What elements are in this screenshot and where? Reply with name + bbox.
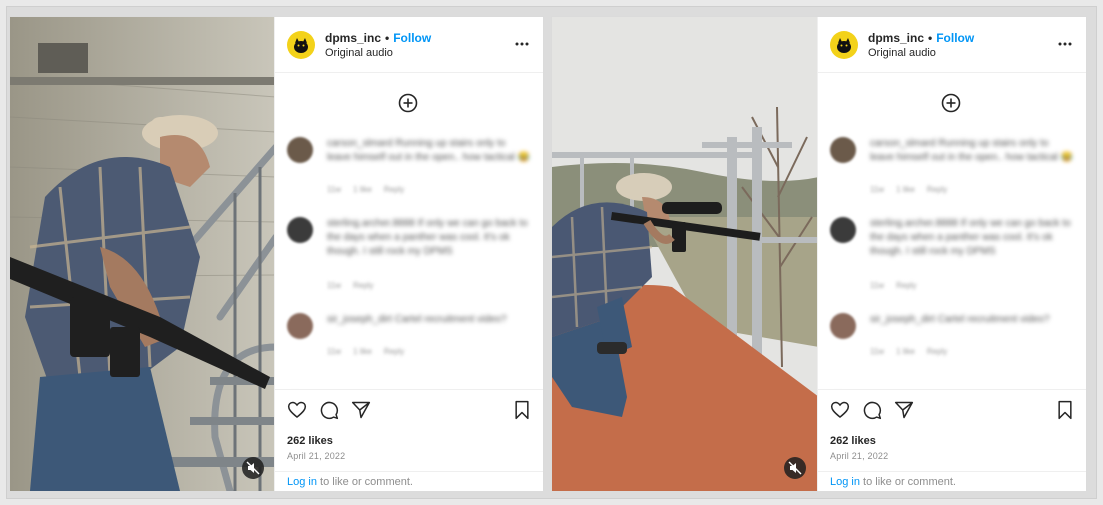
reply-link[interactable]: Reply <box>927 347 947 356</box>
post-sidebar: dpms_inc • Follow Original audio carson_sl… <box>274 17 543 491</box>
likes-count[interactable]: 262 likes <box>830 435 876 447</box>
action-icons <box>830 400 1075 424</box>
separator-dot: • <box>928 31 933 45</box>
comment-age: 11w <box>870 281 885 290</box>
login-link[interactable]: Log in <box>830 476 860 488</box>
share-icon[interactable] <box>351 400 371 420</box>
login-link[interactable]: Log in <box>287 476 317 488</box>
ellipsis-icon <box>515 42 529 46</box>
action-bar: 262 likes April 21, 2022 Log in to like … <box>275 389 543 491</box>
bookmark-icon[interactable] <box>1056 400 1074 420</box>
account-name[interactable]: dpms_inc <box>868 31 924 45</box>
share-icon[interactable] <box>894 400 914 420</box>
follow-button[interactable]: Follow <box>936 31 974 45</box>
comment-text: sterling.archer.8888 If only we can go b… <box>870 218 1071 257</box>
comment-meta: 11w 1 like Reply <box>327 185 416 194</box>
commenter-avatar[interactable] <box>287 137 313 163</box>
add-icon[interactable] <box>398 93 418 113</box>
audio-label[interactable]: Original audio <box>868 47 936 59</box>
comment-text: sterling.archer.8888 If only we can go b… <box>327 218 528 257</box>
comment-icon[interactable] <box>319 400 339 420</box>
mute-button[interactable] <box>784 457 806 479</box>
reply-link[interactable]: Reply <box>927 185 947 194</box>
reply-link[interactable]: Reply <box>384 185 404 194</box>
comment-likes[interactable]: 1 like <box>353 185 372 194</box>
speaker-muted-icon <box>788 461 802 475</box>
separator-dot: • <box>385 31 390 45</box>
video-frame-balcony <box>552 17 819 491</box>
account-avatar[interactable] <box>830 31 858 59</box>
comment-age: 11w <box>870 185 885 194</box>
post-date: April 21, 2022 <box>830 451 889 461</box>
comment-age: 11w <box>327 281 342 290</box>
more-options-icon[interactable] <box>1058 33 1072 51</box>
header-line: dpms_inc • Follow <box>868 31 974 45</box>
comment-age: 11w <box>870 347 885 356</box>
more-options-icon[interactable] <box>515 33 529 51</box>
post-header: dpms_inc • Follow Original audio <box>818 17 1086 73</box>
post-sidebar: dpms_inc • Follow Original audio carson_sl… <box>817 17 1086 491</box>
account-avatar[interactable] <box>287 31 315 59</box>
video-frame-stairs <box>10 17 276 491</box>
comment-meta: 11w 1 like Reply <box>327 347 416 356</box>
reply-link[interactable]: Reply <box>353 281 373 290</box>
action-icons <box>287 400 532 424</box>
commenter-avatar[interactable] <box>287 217 313 243</box>
comment-likes[interactable]: 1 like <box>896 347 915 356</box>
comment-icon[interactable] <box>862 400 882 420</box>
comment-likes[interactable]: 1 like <box>353 347 372 356</box>
reply-link[interactable]: Reply <box>384 347 404 356</box>
comment-meta: 11w 1 like Reply <box>870 185 959 194</box>
commenter-avatar[interactable] <box>830 137 856 163</box>
panther-logo-icon <box>831 32 857 58</box>
login-prompt-text: to like or comment. <box>316 476 413 488</box>
follow-button[interactable]: Follow <box>393 31 431 45</box>
action-bar: 262 likes April 21, 2022 Log in to like … <box>818 389 1086 491</box>
commenter-avatar[interactable] <box>287 313 313 339</box>
audio-label[interactable]: Original audio <box>325 47 393 59</box>
account-name[interactable]: dpms_inc <box>325 31 381 45</box>
instagram-post-2: dpms_inc • Follow Original audio carson_sl… <box>551 16 1087 491</box>
login-prompt-text: to like or comment. <box>859 476 956 488</box>
panther-logo-icon <box>288 32 314 58</box>
ellipsis-icon <box>1058 42 1072 46</box>
commenter-avatar[interactable] <box>830 313 856 339</box>
comment-text: sir_joseph_dirt Cartel recruitment video… <box>870 314 1050 325</box>
comment-age: 11w <box>327 347 342 356</box>
comment-age: 11w <box>327 185 342 194</box>
login-prompt: Log in to like or comment. <box>275 471 543 492</box>
video-media[interactable] <box>552 17 819 491</box>
post-header: dpms_inc • Follow Original audio <box>275 17 543 73</box>
comment-likes[interactable]: 1 like <box>896 185 915 194</box>
heart-icon[interactable] <box>830 400 850 420</box>
video-media[interactable] <box>10 17 276 491</box>
login-prompt: Log in to like or comment. <box>818 471 1086 492</box>
commenter-avatar[interactable] <box>830 217 856 243</box>
post-date: April 21, 2022 <box>287 451 346 461</box>
comment-text: carson_slmard Running up stairs only to … <box>870 138 1074 163</box>
header-line: dpms_inc • Follow <box>325 31 431 45</box>
add-icon[interactable] <box>941 93 961 113</box>
likes-count[interactable]: 262 likes <box>287 435 333 447</box>
comment-text: sir_joseph_dirt Cartel recruitment video… <box>327 314 507 325</box>
speaker-muted-icon <box>246 461 260 475</box>
comment-text: carson_slmard Running up stairs only to … <box>327 138 531 163</box>
comment-meta: 11w Reply <box>327 281 386 290</box>
comment-meta: 11w Reply <box>870 281 929 290</box>
comment-meta: 11w 1 like Reply <box>870 347 959 356</box>
mute-button[interactable] <box>242 457 264 479</box>
reply-link[interactable]: Reply <box>896 281 916 290</box>
bookmark-icon[interactable] <box>513 400 531 420</box>
instagram-post-1: dpms_inc • Follow Original audio carson_sl… <box>9 16 544 491</box>
heart-icon[interactable] <box>287 400 307 420</box>
